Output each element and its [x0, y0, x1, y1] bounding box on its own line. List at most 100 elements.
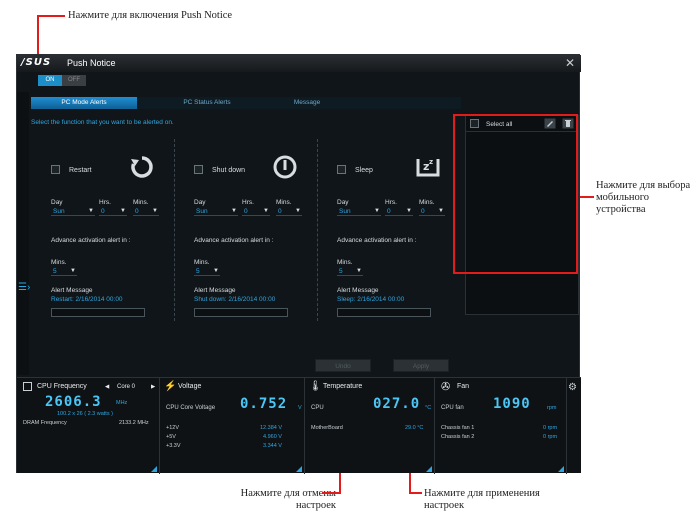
tab-message[interactable]: Message	[277, 97, 337, 109]
alert-message-value: Sleep: 2/16/2014 00:00	[337, 296, 405, 303]
sleep-label: Sleep	[355, 167, 373, 174]
toggle-off[interactable]: OFF	[62, 75, 86, 86]
advance-label: Advance activation alert in :	[337, 237, 417, 244]
restart-label: Restart	[69, 167, 92, 174]
hardware-monitor-bar: CPU Frequency ◀ Core 0 ▶ 2606.3 MHz 100.…	[17, 377, 581, 474]
cpu-frequency-unit: MHz	[116, 400, 128, 406]
adv-mins-select[interactable]: 5 ▼	[51, 267, 77, 276]
toggle-on[interactable]: ON	[38, 75, 62, 86]
dram-frequency-value: 2133.2 MHz	[119, 420, 149, 426]
motherboard-temp-label: MotherBoard	[311, 425, 343, 431]
cpu-frequency-panel: CPU Frequency ◀ Core 0 ▶ 2606.3 MHz 100.…	[17, 378, 160, 474]
chassis-fan-value: 0 rpm	[543, 434, 558, 440]
expand-corner-icon[interactable]	[296, 466, 302, 472]
tab-bar: PC Mode Alerts PC Status Alerts Message	[31, 97, 461, 109]
instruction-text: Select the function that you want to be …	[31, 119, 174, 126]
expand-corner-icon[interactable]	[426, 466, 432, 472]
hrs-label: Hrs.	[99, 199, 111, 206]
annotation-line	[322, 492, 341, 494]
divider	[317, 139, 318, 321]
cpu-icon	[23, 382, 32, 391]
fan-icon: ✇	[441, 381, 451, 393]
chassis-fan-value: 0 rpm	[543, 425, 558, 431]
adv-mins-label: Mins.	[51, 259, 67, 266]
expand-menu-icon[interactable]: ☰›	[18, 282, 30, 293]
annotation-line	[578, 196, 594, 198]
mins-label: Mins.	[276, 199, 292, 206]
window-title: Push Notice	[67, 58, 116, 68]
expand-corner-icon[interactable]	[151, 466, 157, 472]
tab-pc-status-alerts[interactable]: PC Status Alerts	[137, 97, 277, 109]
gear-icon[interactable]: ⚙	[568, 382, 577, 393]
core-prev-icon[interactable]: ◀	[105, 384, 109, 390]
annotation-undo: Нажмите для отмены настроек	[240, 488, 336, 511]
day-select[interactable]: Sun ▼	[337, 207, 381, 216]
day-select[interactable]: Sun ▼	[194, 207, 238, 216]
temperature-panel: 🌡 Temperature CPU 027.0 °C MotherBoard 2…	[305, 378, 435, 474]
voltage-unit: V	[298, 405, 302, 411]
core-next-icon[interactable]: ▶	[151, 384, 155, 390]
undo-button[interactable]: Undo	[315, 359, 371, 372]
alert-message-input[interactable]	[51, 308, 145, 317]
annotation-apply: Нажмите для применения настроек	[424, 488, 540, 511]
motherboard-temp-value: 29.0 °C	[405, 425, 424, 431]
fan-unit: rpm	[547, 405, 557, 411]
hrs-select[interactable]: 0 ▼	[385, 207, 413, 216]
svg-text:z: z	[429, 158, 433, 166]
voltage-row-value: 4.960 V	[263, 434, 282, 440]
hrs-label: Hrs.	[242, 199, 254, 206]
adv-mins-label: Mins.	[337, 259, 353, 266]
divider	[174, 139, 175, 321]
power-icon	[273, 155, 297, 179]
alert-message-label: Alert Message	[51, 287, 93, 294]
day-label: Day	[337, 199, 349, 206]
voltage-panel: ⚡ Voltage CPU Core Voltage 0.752 V +12V …	[160, 378, 305, 474]
voltage-row-value: 12.384 V	[260, 425, 283, 431]
voltage-row-value: 3.344 V	[263, 443, 282, 449]
close-icon[interactable]: ✕	[565, 56, 575, 70]
mins-select[interactable]: 0 ▼	[133, 207, 159, 216]
device-select-highlight	[453, 114, 578, 274]
annotation-line	[37, 15, 65, 17]
day-label: Day	[194, 199, 206, 206]
push-notice-toggle[interactable]: ON OFF	[38, 75, 86, 86]
adv-mins-select[interactable]: 5 ▼	[194, 267, 220, 276]
day-select[interactable]: Sun ▼	[51, 207, 95, 216]
mins-label: Mins.	[419, 199, 435, 206]
chassis-fan-label: Chassis fan 2	[441, 434, 475, 440]
voltage-row-label: +12V	[166, 425, 179, 431]
alert-message-value: Restart: 2/16/2014 00:00	[51, 296, 123, 303]
expand-corner-icon[interactable]	[558, 466, 564, 472]
tab-pc-mode-alerts[interactable]: PC Mode Alerts	[31, 97, 137, 109]
cpu-frequency-title: CPU Frequency	[37, 383, 87, 390]
cpu-core-voltage-label: CPU Core Voltage	[166, 405, 216, 411]
shutdown-panel: Shut down Day Hrs. Mins. Sun ▼ 0 ▼ 0 ▼ Adva…	[194, 139, 334, 319]
apply-button[interactable]: Apply	[393, 359, 449, 372]
fan-panel: ✇ Fan CPU fan 1090 rpm Chassis fan 1 0 r…	[435, 378, 567, 474]
alert-message-input[interactable]	[337, 308, 431, 317]
fan-title: Fan	[457, 383, 470, 390]
hrs-select[interactable]: 0 ▼	[99, 207, 127, 216]
mins-label: Mins.	[133, 199, 149, 206]
temperature-title: Temperature	[323, 383, 363, 390]
alert-message-label: Alert Message	[194, 287, 236, 294]
thermometer-icon: 🌡	[309, 381, 322, 392]
lightning-icon: ⚡	[164, 381, 177, 392]
cpu-core-voltage-value: 0.752	[240, 396, 288, 412]
annotation-device-select: Нажмите для выбора мобильного устройства	[596, 180, 691, 215]
core-select[interactable]: Core 0	[117, 384, 135, 390]
shutdown-checkbox[interactable]	[194, 165, 203, 174]
alert-message-input[interactable]	[194, 308, 288, 317]
mins-select[interactable]: 0 ▼	[419, 207, 445, 216]
voltage-row-label: +5V	[166, 434, 176, 440]
sleep-icon: zz	[416, 158, 440, 177]
annotation-push-toggle: Нажмите для включения Push Notice	[68, 10, 233, 21]
sleep-checkbox[interactable]	[337, 165, 346, 174]
shutdown-label: Shut down	[212, 167, 246, 174]
restart-icon	[131, 156, 153, 178]
title-bar: /SUS Push Notice ✕	[17, 55, 581, 72]
hrs-select[interactable]: 0 ▼	[242, 207, 270, 216]
adv-mins-select[interactable]: 5 ▼	[337, 267, 363, 276]
restart-checkbox[interactable]	[51, 165, 60, 174]
mins-select[interactable]: 0 ▼	[276, 207, 302, 216]
